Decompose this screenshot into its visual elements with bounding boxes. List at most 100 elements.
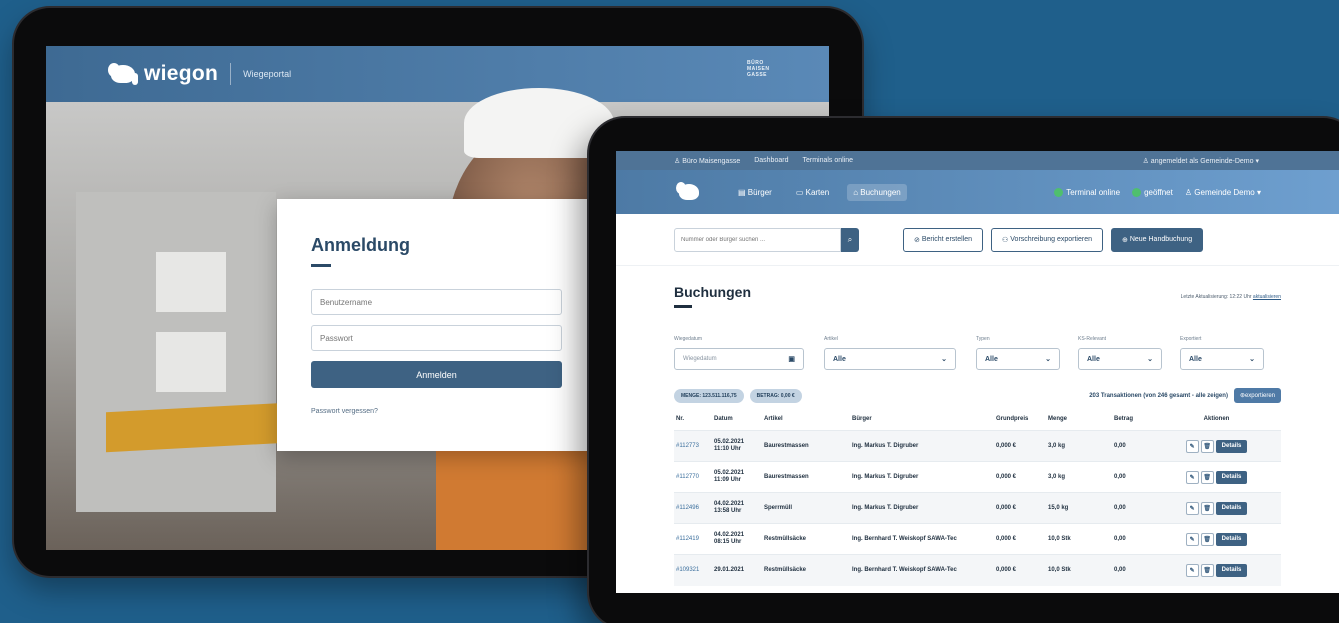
booking-number-link[interactable]: #109321 — [674, 555, 712, 586]
booking-number-link[interactable]: #112496 — [674, 493, 712, 524]
user-menu[interactable]: ♙ Gemeinde Demo ▾ — [1185, 188, 1261, 197]
nav-item-buerger[interactable]: ▤ Bürger — [732, 184, 778, 201]
date-value: 05.02.2021 — [714, 470, 745, 476]
date-cell: 04.02.2021 08:15 Uhr — [712, 524, 762, 555]
filter-exportiert: Exportiert Alle ⌄ — [1180, 336, 1266, 370]
column-header: Datum — [714, 416, 733, 422]
status-dot-icon — [1054, 187, 1064, 197]
trash-icon[interactable]: 🗑 — [1200, 532, 1214, 546]
filter-label: Artikel — [824, 336, 838, 342]
date-cell: 05.02.2021 11:10 Uhr — [712, 431, 762, 462]
search-input[interactable] — [674, 227, 841, 252]
bookings-screen: ♙ Büro Maisengasse Dashboard Terminals o… — [616, 151, 1339, 593]
chevron-down-icon: ⌄ — [1045, 356, 1051, 363]
report-button[interactable]: ⊘ Bericht erstellen — [903, 227, 984, 252]
trash-icon[interactable]: 🗑 — [1200, 470, 1214, 484]
edit-icon[interactable]: ✎ — [1185, 563, 1199, 577]
details-button[interactable]: Details — [1215, 470, 1248, 484]
typen-select[interactable]: Alle ⌄ — [976, 348, 1060, 370]
column-header: Artikel — [764, 416, 783, 422]
bookings-content: Buchungen Letzte Aktualisierung: 12:22 U… — [616, 266, 1339, 586]
id-card-icon: ▤ — [738, 187, 746, 197]
elephant-logo-icon — [108, 61, 138, 87]
password-field[interactable] — [311, 325, 562, 351]
stats-row: MENGE: 123.511.116,75 BETRAG: 0,00 € 203… — [674, 388, 1281, 403]
nav-item-buchungen[interactable]: ⌂ Buchungen — [847, 183, 907, 201]
login-card: Anmeldung Anmelden Passwort vergessen? — [277, 199, 597, 451]
trash-icon[interactable]: 🗑 — [1200, 439, 1214, 453]
last-update: Letzte Aktualisierung: 12:22 Uhr aktuali… — [1181, 294, 1281, 300]
filter-label: KS-Relevant — [1078, 336, 1107, 342]
brand-logo[interactable]: wiegon — [108, 61, 218, 87]
toolbar: ⌕ ⊘ Bericht erstellen ⚇ Vorschreibung ex… — [616, 214, 1339, 266]
column-header: Aktionen — [1203, 416, 1230, 422]
menge-badge: MENGE: 123.511.116,75 — [674, 388, 744, 403]
edit-icon[interactable]: ✎ — [1185, 532, 1199, 546]
title-underline — [674, 305, 692, 308]
exportiert-select[interactable]: Alle ⌄ — [1180, 348, 1264, 370]
date-placeholder: Wiegedatum — [683, 356, 717, 362]
bookings-tablet: ♙ Büro Maisengasse Dashboard Terminals o… — [589, 118, 1339, 623]
details-button[interactable]: Details — [1215, 501, 1248, 515]
artikel-select[interactable]: Alle ⌄ — [824, 348, 956, 370]
export-prescription-button[interactable]: ⚇ Vorschreibung exportieren — [991, 227, 1103, 252]
edit-icon[interactable]: ✎ — [1185, 439, 1199, 453]
date-cell: 04.02.2021 13:58 Uhr — [712, 493, 762, 524]
main-nav: ▤ Bürger ▭ Karten ⌂ Buchungen Terminal o… — [616, 170, 1339, 214]
trash-icon[interactable]: 🗑 — [1200, 501, 1214, 515]
select-value: Alle — [985, 355, 998, 363]
transactions-count[interactable]: 203 Transaktionen (von 246 gesamt - alle… — [1089, 393, 1228, 399]
table-row[interactable]: #112773 05.02.2021 11:10 Uhr Baurestmasse… — [674, 430, 1281, 462]
actions-cell: ✎ 🗑 Details — [1152, 524, 1281, 555]
time-value: 13:58 Uhr — [714, 508, 742, 514]
table-row[interactable]: #112770 05.02.2021 11:09 Uhr Baurestmasse… — [674, 461, 1281, 493]
table-row[interactable]: #109321 29.01.2021 Restmüllsäcke Ing. Be… — [674, 554, 1281, 586]
dashboard-link[interactable]: Dashboard — [754, 157, 788, 164]
elephant-logo-icon[interactable] — [676, 181, 702, 203]
edit-icon[interactable]: ✎ — [1185, 501, 1199, 515]
search-icon: ⌕ — [847, 234, 853, 244]
date-value: 04.02.2021 — [714, 532, 745, 538]
menge-cell: 10,0 Stk — [1048, 536, 1071, 542]
office-label: Büro Maisengasse — [682, 157, 741, 165]
column-header: Grundpreis — [996, 416, 1029, 422]
forgot-password-link[interactable]: Passwort vergessen? — [311, 408, 563, 415]
bag-icon: ⌂ — [853, 187, 859, 197]
terminals-link[interactable]: Terminals online — [802, 157, 853, 164]
edit-icon[interactable]: ✎ — [1185, 470, 1199, 484]
new-booking-button[interactable]: ⊕ Neue Handbuchung — [1110, 227, 1204, 252]
trash-icon[interactable]: 🗑 — [1200, 563, 1214, 577]
date-picker[interactable]: Wiegedatum ▣ — [674, 348, 804, 370]
refresh-link[interactable]: aktualisieren — [1253, 294, 1281, 300]
table-row[interactable]: #112419 04.02.2021 08:15 Uhr Restmüllsäck… — [674, 523, 1281, 555]
nav-label: Buchungen — [860, 187, 901, 197]
details-button[interactable]: Details — [1215, 563, 1248, 577]
plus-circle-icon: ⊕ — [1121, 236, 1128, 244]
booking-number-link[interactable]: #112773 — [674, 431, 712, 462]
nav-item-karten[interactable]: ▭ Karten — [790, 184, 835, 201]
ks-select[interactable]: Alle ⌄ — [1078, 348, 1162, 370]
date-cell: 29.01.2021 — [712, 555, 762, 586]
username-field[interactable] — [311, 289, 562, 315]
logged-in-menu[interactable]: ♙ angemeldet als Gemeinde-Demo ▾ — [1143, 157, 1259, 165]
details-button[interactable]: Details — [1215, 439, 1248, 453]
table-row[interactable]: #112496 04.02.2021 13:58 Uhr Sperrmüll In… — [674, 492, 1281, 524]
column-header: Betrag — [1114, 416, 1134, 422]
date-value: 04.02.2021 — [714, 501, 745, 507]
export-button-label: exportieren — [1244, 393, 1275, 399]
details-button[interactable]: Details — [1215, 532, 1248, 546]
buerger-cell: Ing. Markus T. Digruber — [852, 474, 919, 480]
office-link[interactable]: ♙ Büro Maisengasse — [674, 157, 740, 165]
login-button[interactable]: Anmelden — [311, 361, 562, 388]
search-button[interactable]: ⌕ — [841, 227, 859, 252]
filter-bar: Wiegedatum Wiegedatum ▣ Artikel Alle ⌄ T… — [674, 336, 1281, 370]
booking-number-link[interactable]: #112770 — [674, 462, 712, 493]
column-header: Nr. — [676, 416, 685, 422]
time-value: 11:10 Uhr — [714, 446, 742, 452]
header-divider — [230, 63, 232, 85]
login-header: wiegon Wiegeportal BÜRO MAISEN GASSE — [46, 46, 829, 102]
export-button[interactable]: ⊛exportieren — [1233, 388, 1281, 403]
table-header-row: Nr. Datum Artikel Bürger Grundpreis Meng… — [674, 413, 1281, 431]
booking-number-link[interactable]: #112419 — [674, 524, 712, 555]
card-icon: ▭ — [795, 187, 804, 197]
